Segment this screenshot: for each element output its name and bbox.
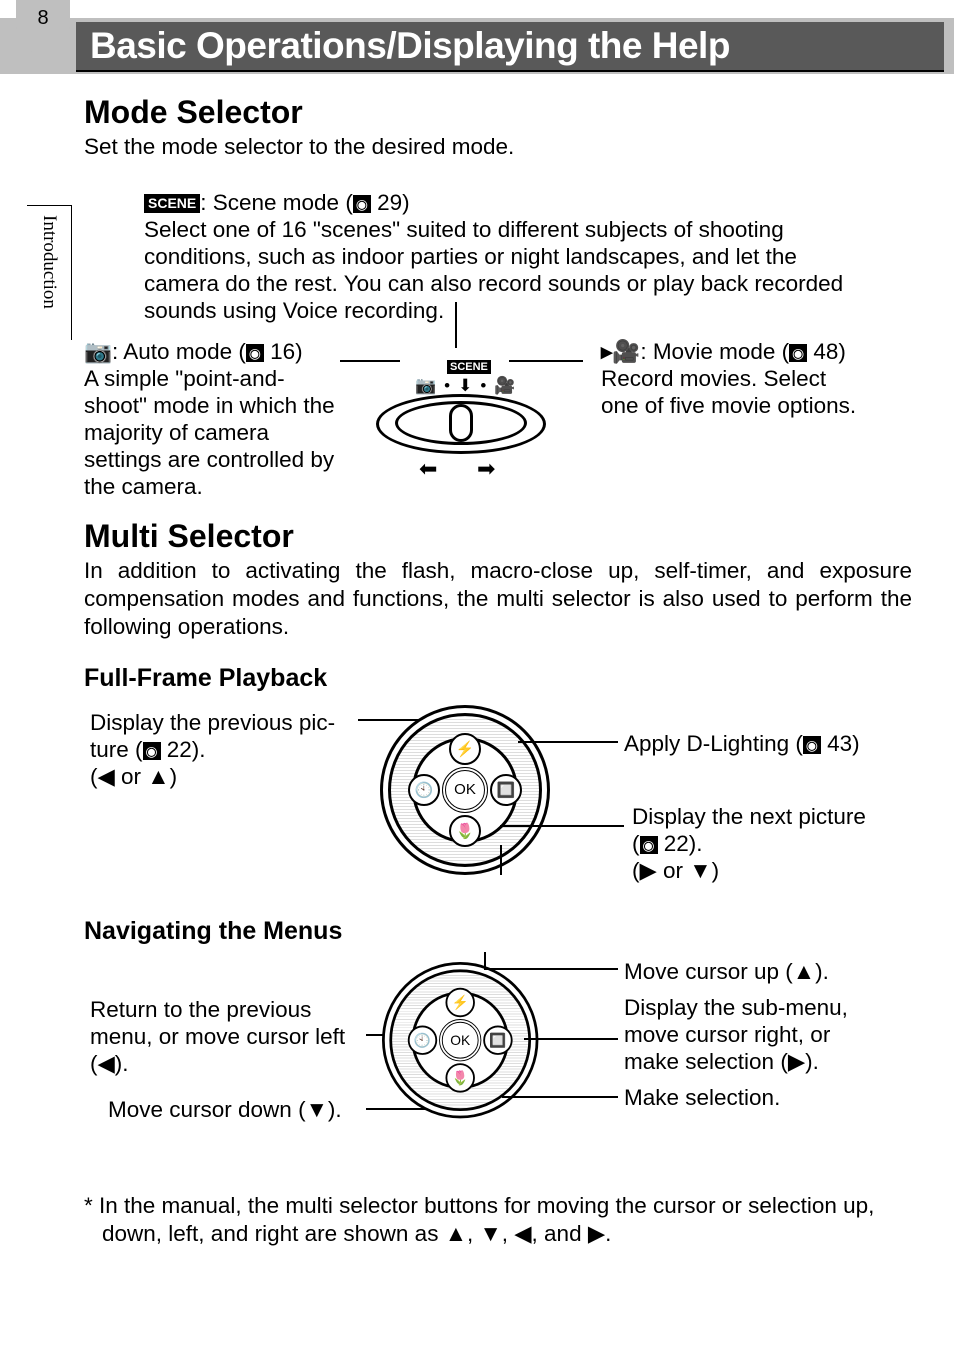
multi-selector-diagram: ⚡ 🌷 🕙 🔲 OK (380, 705, 550, 875)
section-tab: Introduction (38, 215, 60, 309)
scene-title: : Scene mode ( (200, 190, 353, 215)
page-ref-icon: ◉ (246, 344, 264, 362)
auto-mode-block: 📷: Auto mode (◉ 16) A simple "point-and-… (84, 338, 346, 500)
connector-line (502, 1096, 618, 1098)
title-underline (76, 70, 944, 72)
dlighting-callout: Apply D-Lighting (◉ 43) (624, 730, 860, 757)
movie-title: : Movie mode ( (640, 339, 789, 364)
text: menu, or move cursor left (90, 1024, 345, 1049)
timer-icon: 🕙 (408, 1025, 437, 1054)
page-ref-icon: ◉ (353, 195, 371, 213)
text: 43) (821, 731, 860, 756)
text: move cursor right, or (624, 1022, 830, 1047)
prev-picture-callout: Display the previous pic- ture (◉ 22). (… (90, 709, 360, 790)
text: make selection (▶). (624, 1049, 819, 1074)
text: Make selection. (624, 1085, 780, 1110)
flash-icon: ⚡ (445, 987, 474, 1016)
next-picture-callout: Display the next picture (◉ 22). (▶ or ▼… (632, 803, 866, 884)
ok-button-icon: OK (439, 1019, 481, 1061)
page-ref-icon: ◉ (803, 736, 821, 754)
cursor-down-callout: Move cursor down (▼). (108, 1096, 342, 1123)
connector-line (455, 302, 457, 348)
direction-hint: (◀ or ▲) (90, 764, 177, 789)
multi-selector-heading: Multi Selector (84, 518, 912, 555)
arrow-left-icon: ⬅ (419, 456, 437, 482)
auto-page: 16) (264, 339, 303, 364)
scene-icon: SCENE (144, 194, 200, 213)
chapter-title: Basic Operations/Displaying the Help (90, 25, 730, 67)
mode-selector-intro: Set the mode selector to the desired mod… (84, 133, 912, 161)
submenu-callout: Display the sub-menu, move cursor right,… (624, 994, 848, 1075)
dial-knob (449, 404, 473, 442)
text: (◀). (90, 1051, 129, 1076)
scene-mode-block: SCENE: Scene mode (◉ 29) Select one of 1… (144, 189, 874, 324)
multi-selector-diagram-nav: ⚡ 🌷 🕙 🔲 OK (382, 962, 538, 1118)
macro-icon: 🌷 (445, 1063, 474, 1092)
macro-icon: 🌷 (449, 815, 481, 847)
movie-icon: ▸🎥 (601, 339, 640, 364)
auto-desc: A simple "point-and-shoot" mode in which… (84, 366, 335, 499)
dial-mode-icons: 📷•⬇•🎥 (415, 376, 516, 396)
text: ture ( (90, 737, 143, 762)
connector-line (518, 741, 618, 743)
direction-hint: (▶ or ▼) (632, 858, 719, 883)
page-ref-icon: ◉ (789, 344, 807, 362)
footnote: * In the manual, the multi selector butt… (84, 1192, 912, 1250)
connector-line (500, 825, 624, 827)
movie-page: 48) (807, 339, 846, 364)
chapter-title-bar: Basic Operations/Displaying the Help (76, 22, 944, 70)
auto-title: : Auto mode ( (112, 339, 246, 364)
return-callout: Return to the previous menu, or move cur… (90, 996, 368, 1077)
cursor-up-callout: Move cursor up (▲). (624, 958, 829, 985)
movie-mode-block: ▸🎥: Movie mode (◉ 48) Record movies. Sel… (601, 338, 866, 419)
scene-page: 29) (371, 190, 410, 215)
mode-dial-diagram: SCENE 📷•⬇•🎥 ⬅ ➡ (346, 338, 581, 468)
flash-icon: ⚡ (449, 733, 481, 765)
connector-line (524, 1038, 618, 1040)
text: ( (632, 831, 640, 856)
arrow-right-icon: ➡ (477, 456, 495, 482)
text: Return to the previous (90, 997, 311, 1022)
text: Display the previous pic- (90, 710, 335, 735)
exposure-icon: 🔲 (483, 1025, 512, 1054)
connector-line (484, 968, 618, 970)
text: Apply D-Lighting ( (624, 731, 803, 756)
mode-selector-heading: Mode Selector (84, 94, 912, 131)
dial-scene-label: SCENE (447, 360, 491, 374)
text: Move cursor up (▲). (624, 959, 829, 984)
make-selection-callout: Make selection. (624, 1084, 780, 1111)
camera-icon: 📷 (84, 339, 112, 364)
connector-line (500, 845, 502, 875)
connector-line (484, 952, 486, 970)
text: Move cursor down (▼). (108, 1097, 342, 1122)
movie-desc: Record movies. Select one of five movie … (601, 366, 856, 418)
playback-heading: Full-Frame Playback (84, 664, 912, 693)
scene-desc: Select one of 16 "scenes" suited to diff… (144, 217, 843, 323)
page-ref-icon: ◉ (640, 836, 658, 854)
timer-icon: 🕙 (408, 774, 440, 806)
multi-selector-intro: In addition to activating the flash, mac… (84, 557, 912, 641)
text: 22). (161, 737, 206, 762)
page-number: 8 (16, 0, 70, 54)
navigating-heading: Navigating the Menus (84, 917, 912, 946)
exposure-icon: 🔲 (490, 774, 522, 806)
ok-button-icon: OK (442, 767, 488, 813)
text: Display the next picture (632, 804, 866, 829)
text: 22). (658, 831, 703, 856)
page-ref-icon: ◉ (143, 742, 161, 760)
text: Display the sub-menu, (624, 995, 848, 1020)
